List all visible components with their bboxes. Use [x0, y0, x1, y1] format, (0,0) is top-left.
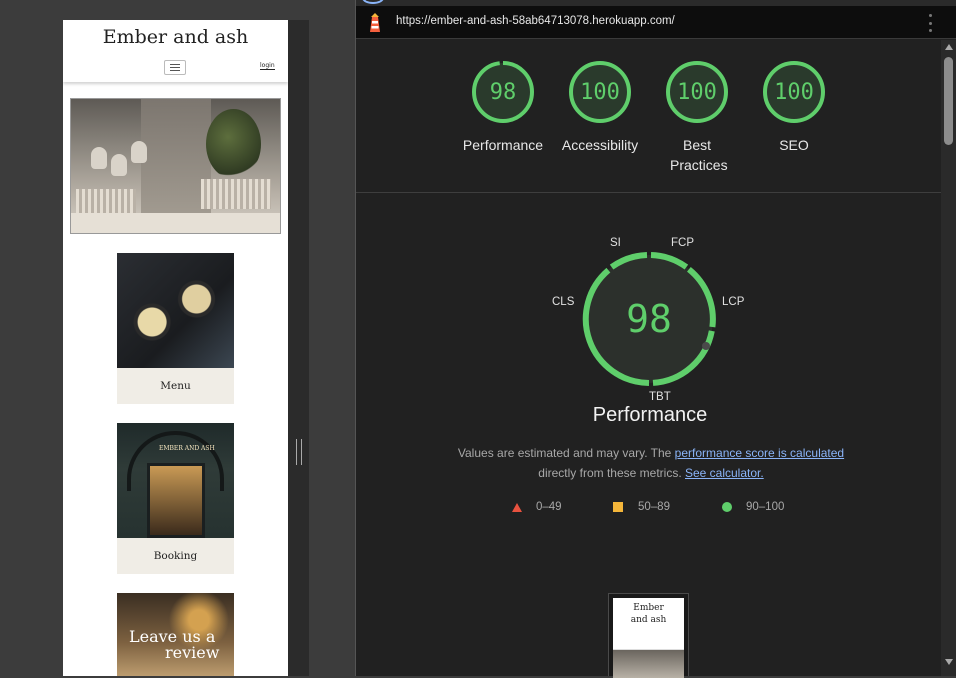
- performance-big-score: 98: [626, 297, 672, 341]
- legend-average-range: 50–89: [638, 501, 670, 513]
- average-square-icon: [613, 502, 623, 512]
- seo-score: 100: [774, 79, 814, 105]
- booking-card[interactable]: EMBER AND ASH Booking: [117, 423, 234, 574]
- scroll-down-arrow-icon[interactable]: [945, 659, 953, 665]
- booking-card-image: EMBER AND ASH: [117, 423, 234, 538]
- booking-card-caption: Booking: [153, 550, 198, 562]
- performance-label: Performance: [462, 137, 544, 153]
- performance-big-gauge: 98: [578, 248, 720, 390]
- final-screenshot-thumbnail[interactable]: Ember and ash: [608, 593, 689, 678]
- legend-average: 50–89: [613, 499, 670, 515]
- booking-sign-logo: EMBER AND ASH: [159, 445, 215, 452]
- note-middle: directly from these metrics.: [538, 466, 685, 480]
- more-options-icon[interactable]: [928, 14, 932, 32]
- metric-fcp[interactable]: FCP: [671, 237, 694, 249]
- menu-card-image: [117, 253, 234, 368]
- best-practices-label: Best Practices: [670, 137, 728, 173]
- review-card[interactable]: Leave us a review: [117, 593, 234, 676]
- viewport-edge: [288, 20, 309, 676]
- report-url[interactable]: https://ember-and-ash-58ab64713078.herok…: [396, 15, 675, 27]
- metric-si[interactable]: SI: [610, 237, 621, 249]
- report-url-bar: https://ember-and-ash-58ab64713078.herok…: [356, 6, 956, 39]
- score-note: Values are estimated and may vary. The p…: [416, 443, 886, 483]
- review-card-overlay: Leave us a review: [129, 629, 219, 661]
- performance-gauge[interactable]: 98: [471, 60, 535, 124]
- performance-heading: Performance: [592, 404, 708, 426]
- seo-label: SEO: [779, 137, 809, 153]
- thumbnail-site-title: Ember and ash: [630, 603, 667, 625]
- login-link[interactable]: login: [260, 62, 275, 70]
- metric-tbt[interactable]: TBT: [649, 391, 671, 403]
- score-calculation-link[interactable]: performance score is calculated: [675, 446, 844, 460]
- report-scrollbar[interactable]: [941, 40, 956, 676]
- legend-pass-range: 90–100: [746, 501, 785, 513]
- lighthouse-icon: [370, 13, 380, 32]
- resize-handle[interactable]: [296, 439, 302, 465]
- performance-score: 98: [489, 79, 517, 105]
- metric-lcp[interactable]: LCP: [722, 296, 744, 308]
- site-title: Ember and ash: [102, 26, 249, 48]
- category-scores: 98 Performance 100 Accessibility 100 Bes…: [356, 40, 941, 193]
- see-calculator-link[interactable]: See calculator.: [685, 466, 764, 480]
- menu-card[interactable]: Menu: [117, 253, 234, 404]
- mobile-viewport: Ember and ash login Menu EMBER AND ASH B…: [63, 20, 288, 676]
- hero-image: [70, 98, 281, 234]
- legend-fail-range: 0–49: [536, 501, 562, 513]
- lighthouse-report-pane: https://ember-and-ash-58ab64713078.herok…: [355, 0, 956, 678]
- best-practices-gauge[interactable]: 100: [665, 60, 729, 124]
- review-overlay-line2: review: [165, 643, 220, 662]
- hamburger-menu-icon[interactable]: [164, 60, 186, 75]
- seo-gauge[interactable]: 100: [762, 60, 826, 124]
- scrollbar-thumb[interactable]: [944, 57, 953, 145]
- pass-circle-icon: [722, 502, 732, 512]
- legend-pass: 90–100: [722, 499, 784, 515]
- device-preview-pane: Ember and ash login Menu EMBER AND ASH B…: [0, 0, 309, 676]
- scroll-up-arrow-icon[interactable]: [945, 44, 953, 50]
- accessibility-score: 100: [580, 79, 620, 105]
- best-practices-score: 100: [677, 79, 717, 105]
- menu-card-caption: Menu: [160, 380, 191, 392]
- site-header: Ember and ash login: [63, 20, 288, 82]
- note-prefix: Values are estimated and may vary. The: [457, 446, 675, 460]
- review-card-image: Leave us a review: [117, 593, 234, 676]
- accessibility-label: Accessibility: [561, 137, 639, 153]
- fail-triangle-icon: [512, 502, 522, 512]
- accessibility-gauge[interactable]: 100: [568, 60, 632, 124]
- legend-fail: 0–49: [512, 499, 562, 515]
- metric-cls[interactable]: CLS: [552, 296, 574, 308]
